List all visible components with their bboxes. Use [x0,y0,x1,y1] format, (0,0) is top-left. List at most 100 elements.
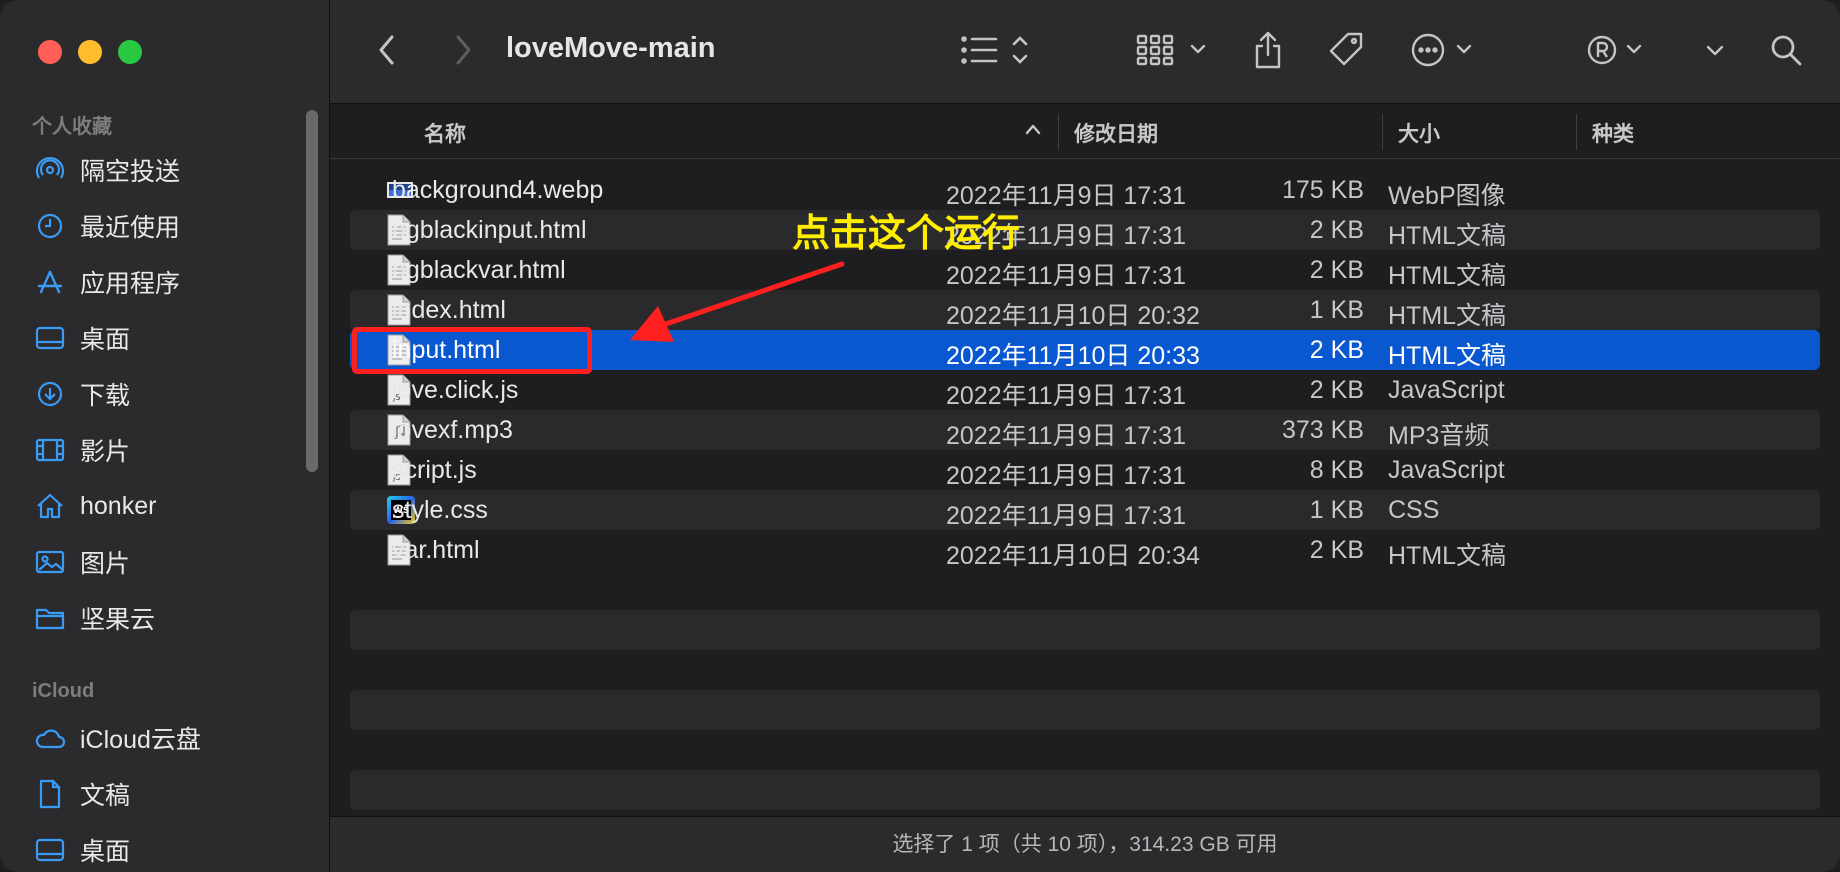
minimize-window-button[interactable] [78,40,102,64]
file-row[interactable]: var.html 2022年11月10日 20:34 2 KB HTML文稿 [350,530,1820,570]
sidebar-item-label: 影片 [80,438,131,466]
zoom-window-button[interactable] [118,40,142,64]
sidebar-item-recents[interactable]: 最近使用 [34,206,180,246]
sidebar-item-label: 隔空投送 [80,158,181,186]
sidebar-item-label: 最近使用 [80,214,181,242]
file-name: style.css [392,496,488,524]
file-date: 2022年11月10日 20:34 [946,542,1200,570]
file-row[interactable]: JS love.click.js 2022年11月9日 17:31 2 KB J… [350,370,1820,410]
clock-icon [34,210,66,242]
file-kind: HTML文稿 [1388,222,1507,250]
sidebar-item-label: 下载 [80,382,131,410]
file-name: lovexf.mp3 [392,416,513,444]
sort-ascending-icon[interactable] [1024,122,1042,141]
finder-window: 个人收藏 隔空投送 最近使用 应用程序 桌面 下载 影片 honker 图片 坚… [0,0,1840,872]
column-divider[interactable] [1058,114,1059,150]
file-date: 2022年11月10日 20:32 [946,302,1200,330]
grid-icon [1136,34,1206,66]
column-header-name[interactable]: 名称 [424,118,466,148]
file-kind: MP3音频 [1388,422,1490,450]
back-button[interactable] [372,30,402,70]
column-header-size[interactable]: 大小 [1398,118,1440,148]
column-header-date[interactable]: 修改日期 [1074,118,1158,148]
sidebar-item-airdrop[interactable]: 隔空投送 [34,150,180,190]
file-date: 2022年11月9日 17:31 [946,382,1186,410]
share-button[interactable] [1250,28,1286,72]
icloud-section-title: iCloud [32,680,95,702]
file-date: 2022年11月9日 17:31 [946,462,1186,490]
file-name: index.html [392,296,506,324]
search-button[interactable] [1766,30,1806,70]
sidebar-item-icloud-drive[interactable]: iCloud云盘 [34,718,201,758]
sidebar-item-downloads[interactable]: 下载 [34,374,130,414]
desktop-icon [34,322,66,354]
main-area: loveMove-main 名称 修改日期 大小 种类 background4.… [330,0,1840,872]
registered-icon [1587,35,1642,65]
sidebar-item-home[interactable]: honker [34,486,156,526]
close-window-button[interactable] [38,40,62,64]
file-name: bgblackvar.html [392,256,566,284]
sidebar-item-label: 文稿 [80,782,131,810]
file-date: 2022年11月9日 17:31 [946,422,1186,450]
sidebar-item-jianguoyun[interactable]: 坚果云 [34,598,155,638]
file-date: 2022年11月9日 17:31 [946,262,1186,290]
file-name: background4.webp [392,176,604,204]
file-size: 175 KB [1281,176,1364,204]
file-size: 2 KB [1309,256,1364,284]
file-row[interactable]: index.html 2022年11月10日 20:32 1 KB HTML文稿 [350,290,1820,330]
film-icon [34,434,66,466]
sidebar-item-applications[interactable]: 应用程序 [34,262,180,302]
file-row[interactable]: bgblackvar.html 2022年11月9日 17:31 2 KB HT… [350,250,1820,290]
annotation-arrow [630,261,845,342]
more-actions-button[interactable] [1410,30,1482,70]
sidebar-scrollbar[interactable] [306,110,318,472]
sidebar: 个人收藏 隔空投送 最近使用 应用程序 桌面 下载 影片 honker 图片 坚… [0,0,330,872]
sidebar-item-label: honker [80,491,157,520]
file-row[interactable]: WS style.css 2022年11月9日 17:31 1 KB CSS [350,490,1820,530]
toolbar: loveMove-main [330,0,1840,104]
empty-row [350,690,1820,730]
sidebar-item-documents[interactable]: 文稿 [34,774,130,814]
file-row[interactable]: lovexf.mp3 2022年11月9日 17:31 373 KB MP3音频 [350,410,1820,450]
annotation-text: 点击这个运行 [792,213,1021,255]
group-by-button[interactable] [1136,30,1220,70]
sidebar-item-movies[interactable]: 影片 [34,430,130,470]
sidebar-item-pictures[interactable]: 图片 [34,542,130,582]
file-size: 373 KB [1281,416,1364,444]
column-divider[interactable] [1382,114,1383,150]
sidebar-item-icloud-desktop[interactable]: 桌面 [34,830,130,870]
file-name: love.click.js [392,376,519,404]
sidebar-item-label: 桌面 [80,838,131,866]
tag-button[interactable] [1326,30,1366,70]
file-kind: HTML文稿 [1388,302,1507,330]
forward-button[interactable] [448,30,478,70]
favorites-section-title: 个人收藏 [32,116,112,138]
empty-row [350,770,1820,810]
tag-icon [1329,32,1363,66]
sidebar-item-label: 坚果云 [80,606,156,634]
search-icon [1771,35,1802,66]
status-bar: 选择了 1 项（共 10 项），314.23 GB 可用 [330,816,1840,872]
chevron-left-icon [379,35,394,65]
list-view-button[interactable] [958,30,1038,70]
file-row[interactable]: background4.webp 2022年11月9日 17:31 175 KB… [350,170,1820,210]
column-header-kind[interactable]: 种类 [1592,118,1634,148]
empty-row [350,610,1820,650]
file-size: 2 KB [1309,376,1364,404]
sidebar-item-desktop[interactable]: 桌面 [34,318,130,358]
applications-icon [34,266,66,298]
sidebar-item-label: 图片 [80,550,131,578]
folder-icon [34,602,66,634]
cloud-icon [34,722,66,754]
file-kind: WebP图像 [1388,182,1506,210]
column-headers: 名称 修改日期 大小 种类 [330,104,1840,159]
file-row[interactable]: JS script.js 2022年11月9日 17:31 8 KB JavaS… [350,450,1820,490]
file-kind: JavaScript [1388,376,1505,404]
extension-menu-button[interactable] [1586,30,1650,70]
column-divider[interactable] [1576,114,1577,150]
file-row[interactable]: bgblackinput.html 2022年11月9日 17:31 2 KB … [350,210,1820,250]
photo-icon [34,546,66,578]
toolbar-overflow-button[interactable] [1700,30,1730,70]
file-name: script.js [392,456,477,484]
window-title: loveMove-main [506,32,716,64]
